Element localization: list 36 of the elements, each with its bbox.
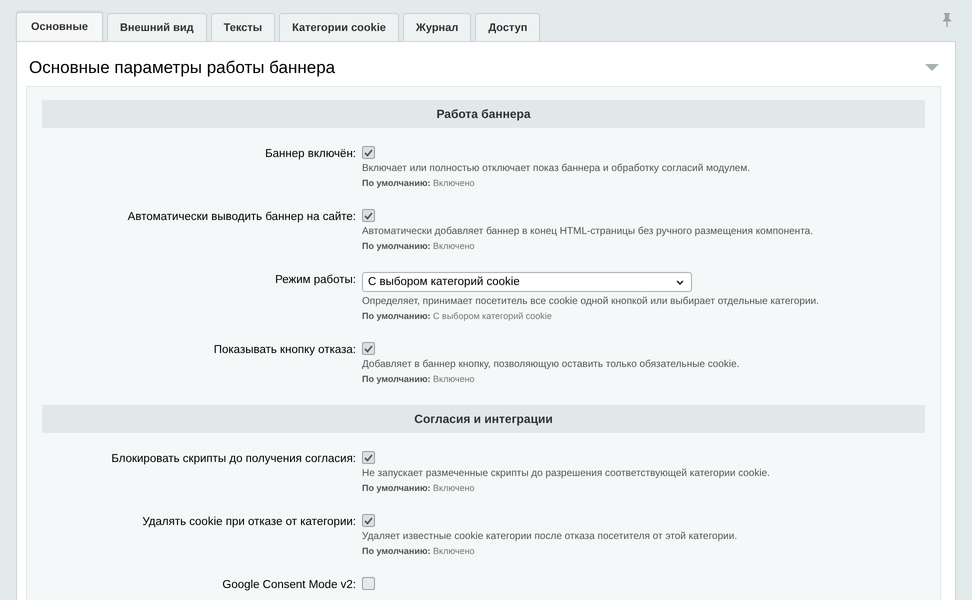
mode-dropdown[interactable]: С выбором категорий cookie bbox=[362, 272, 692, 292]
field-description: Добавляет в баннер кнопку, позволяющую оставить только обязательные cookie. bbox=[362, 359, 740, 370]
default-value-note: По умолчанию: Включено bbox=[362, 546, 475, 556]
tab[interactable]: Основные bbox=[16, 12, 103, 41]
field-description: Не запускает размеченные скрипты до разрешения соответствующей категории cookie. bbox=[362, 468, 770, 479]
field-label: Блокировать скрипты до получения согласия: bbox=[110, 452, 356, 467]
section-header: Работа баннера bbox=[42, 100, 925, 128]
default-value-note: По умолчанию: Включено bbox=[362, 178, 475, 188]
field-description: Удаляет известные cookie категории после отказа посетителя от этой категории. bbox=[362, 531, 738, 542]
default-value-note: По умолчанию: Включено bbox=[362, 241, 475, 251]
checkbox[interactable] bbox=[362, 577, 375, 590]
tab[interactable]: Доступ bbox=[475, 13, 540, 41]
caret-icon bbox=[676, 280, 684, 284]
checkbox[interactable] bbox=[362, 451, 375, 464]
panel-title: Основные параметры работы баннера bbox=[29, 58, 336, 78]
field-label: Показывать кнопку отказа: bbox=[212, 343, 356, 358]
tab[interactable]: Журнал bbox=[402, 13, 472, 41]
default-value-note: По умолчанию: Включено bbox=[362, 374, 475, 384]
default-value-note: По умолчанию: Включено bbox=[362, 483, 475, 493]
field-description: Определяет, принимает посетитель все cookie одной кнопкой или выбирает отдельные категории. bbox=[362, 296, 819, 307]
checkbox[interactable] bbox=[362, 209, 375, 222]
field-description: Автоматически добавляет баннер в конец HTML-страницы без ручного размещения компонента. bbox=[362, 226, 814, 237]
field-label: Google Consent Mode v2: bbox=[221, 578, 356, 591]
checkbox[interactable] bbox=[362, 342, 375, 355]
tab[interactable]: Тексты bbox=[210, 13, 276, 41]
checkbox[interactable] bbox=[362, 514, 375, 527]
field-label: Удалять cookie при отказе от категории: bbox=[141, 515, 356, 530]
tab[interactable]: Категории cookie bbox=[279, 13, 399, 41]
default-value-note: По умолчанию: С выбором категорий cookie bbox=[362, 311, 552, 321]
field-description: Включает или полностью отключает показ баннера и обработку согласий модулем. bbox=[362, 163, 750, 174]
field-label: Режим работы: bbox=[274, 273, 356, 288]
tab[interactable]: Внешний вид bbox=[106, 13, 207, 41]
field-label: Автоматически выводить баннер на сайте: bbox=[126, 210, 356, 225]
checkbox[interactable] bbox=[362, 146, 375, 159]
field-label: Баннер включён: bbox=[264, 147, 356, 162]
section-header: Согласия и интеграции bbox=[42, 405, 925, 433]
